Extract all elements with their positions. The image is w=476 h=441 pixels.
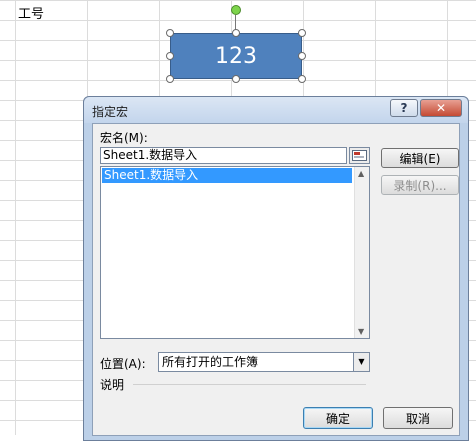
range-select-icon: [352, 150, 367, 161]
close-icon: ✕: [435, 101, 447, 115]
help-icon: ?: [400, 101, 408, 115]
macro-name-label: 宏名(M):: [100, 131, 148, 145]
macro-list[interactable]: Sheet1.数据导入 ▲ ▼: [100, 166, 370, 339]
location-select[interactable]: 所有打开的工作簿 ▼: [158, 352, 370, 372]
close-button[interactable]: ✕: [420, 99, 462, 117]
macro-name-value: Sheet1.数据导入: [103, 148, 198, 162]
description-label: 说明: [100, 378, 125, 392]
vertical-scrollbar[interactable]: ▲ ▼: [354, 167, 369, 338]
rotation-handle[interactable]: [231, 5, 241, 15]
resize-handle-sw[interactable]: [166, 75, 174, 83]
resize-handle-se[interactable]: [298, 75, 306, 83]
collapse-dialog-button[interactable]: [349, 147, 370, 164]
scroll-down-icon[interactable]: ▼: [358, 327, 364, 336]
location-value: 所有打开的工作簿: [162, 355, 259, 369]
resize-handle-nw[interactable]: [166, 29, 174, 37]
ok-button[interactable]: 确定: [303, 407, 373, 429]
chevron-down-icon[interactable]: ▼: [353, 353, 369, 371]
edit-button[interactable]: 编辑(E): [381, 148, 459, 168]
list-item[interactable]: Sheet1.数据导入: [102, 168, 352, 183]
description-divider: [133, 384, 366, 385]
help-button[interactable]: ?: [390, 99, 418, 117]
dialog-title: 指定宏: [92, 105, 129, 119]
dialog-titlebar[interactable]: 指定宏 ? ✕: [84, 97, 468, 123]
location-label: 位置(A):: [100, 357, 146, 371]
resize-handle-ne[interactable]: [298, 29, 306, 37]
cancel-button[interactable]: 取消: [383, 407, 453, 429]
macro-shape-button[interactable]: 123: [170, 33, 302, 79]
dialog-body: 宏名(M): Sheet1.数据导入 Sheet1.数据导入 ▲ ▼ 编辑(E)…: [92, 123, 460, 436]
assign-macro-dialog: 指定宏 ? ✕ 宏名(M): Sheet1.数据导入 Sheet1.数据导入 ▲…: [83, 96, 469, 441]
scroll-up-icon[interactable]: ▲: [358, 169, 364, 178]
cell-label: 工号: [18, 7, 45, 22]
resize-handle-w[interactable]: [166, 52, 174, 60]
record-button[interactable]: 录制(R)...: [381, 175, 459, 195]
resize-handle-s[interactable]: [232, 75, 240, 83]
resize-handle-e[interactable]: [298, 52, 306, 60]
macro-name-input[interactable]: Sheet1.数据导入: [100, 147, 347, 164]
shape-text: 123: [215, 43, 257, 69]
resize-handle-n[interactable]: [232, 29, 240, 37]
